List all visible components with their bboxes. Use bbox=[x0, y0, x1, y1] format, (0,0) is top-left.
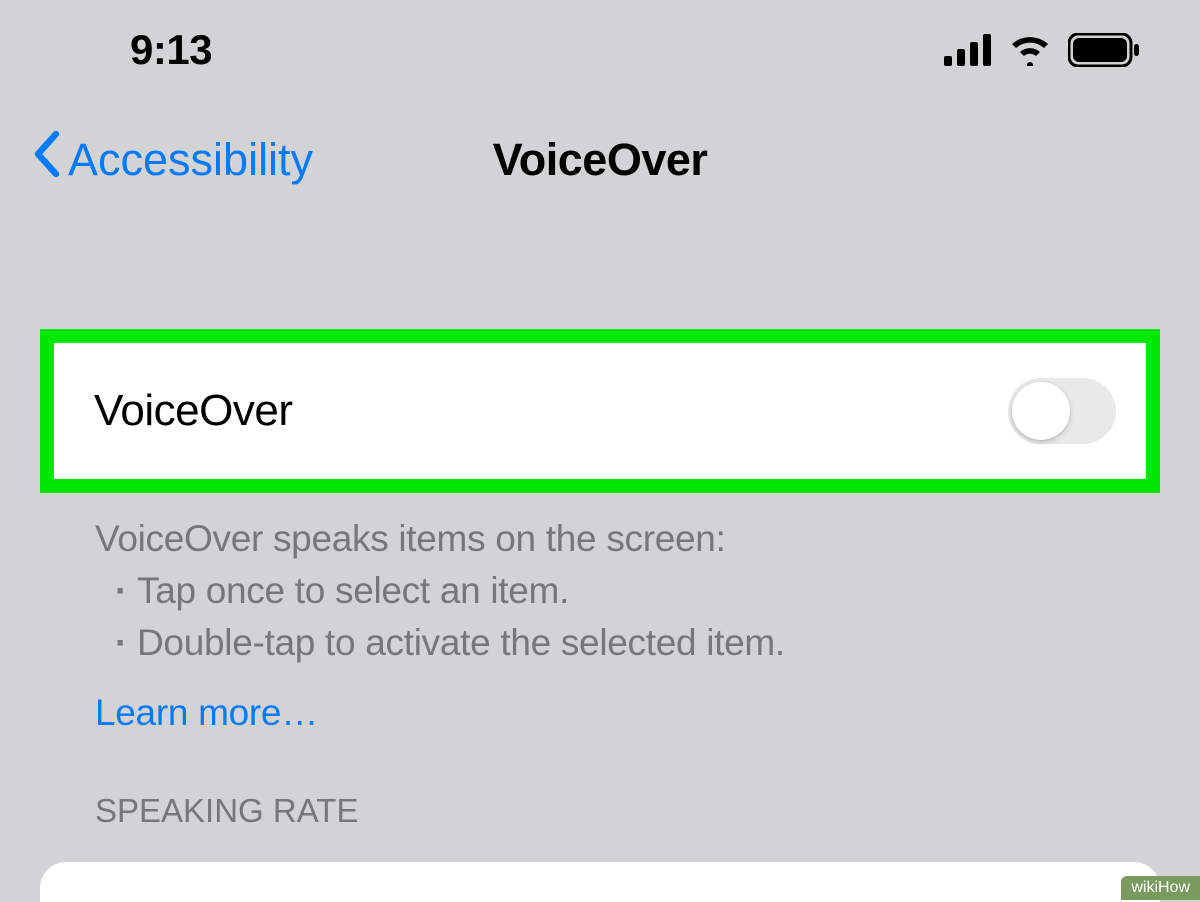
back-button[interactable]: Accessibility bbox=[30, 130, 313, 189]
watermark: wikiHow bbox=[1121, 876, 1200, 900]
cellular-signal-icon bbox=[944, 34, 992, 66]
battery-icon bbox=[1068, 33, 1140, 67]
voiceover-toggle-row[interactable]: VoiceOver bbox=[54, 343, 1146, 479]
learn-more-link[interactable]: Learn more… bbox=[95, 692, 1140, 734]
voiceover-toggle-label: VoiceOver bbox=[94, 386, 292, 436]
description-bullet: Tap once to select an item. bbox=[95, 565, 1140, 617]
navigation-bar: Accessibility VoiceOver bbox=[0, 90, 1200, 219]
status-time: 9:13 bbox=[130, 26, 212, 74]
status-icons bbox=[944, 33, 1140, 67]
speaking-rate-slider-row[interactable] bbox=[40, 862, 1160, 902]
toggle-knob bbox=[1012, 382, 1070, 440]
speaking-rate-header: SPEAKING RATE bbox=[95, 792, 1140, 830]
chevron-left-icon bbox=[30, 130, 64, 189]
description-block: VoiceOver speaks items on the screen: Ta… bbox=[0, 493, 1200, 830]
wifi-icon bbox=[1008, 34, 1052, 66]
description-bullet: Double-tap to activate the selected item… bbox=[95, 617, 1140, 669]
voiceover-toggle-switch[interactable] bbox=[1008, 378, 1116, 444]
page-title: VoiceOver bbox=[493, 134, 708, 186]
back-label: Accessibility bbox=[68, 134, 313, 186]
highlight-frame: VoiceOver bbox=[40, 329, 1160, 493]
status-bar: 9:13 bbox=[0, 0, 1200, 90]
description-heading: VoiceOver speaks items on the screen: bbox=[95, 513, 1140, 565]
